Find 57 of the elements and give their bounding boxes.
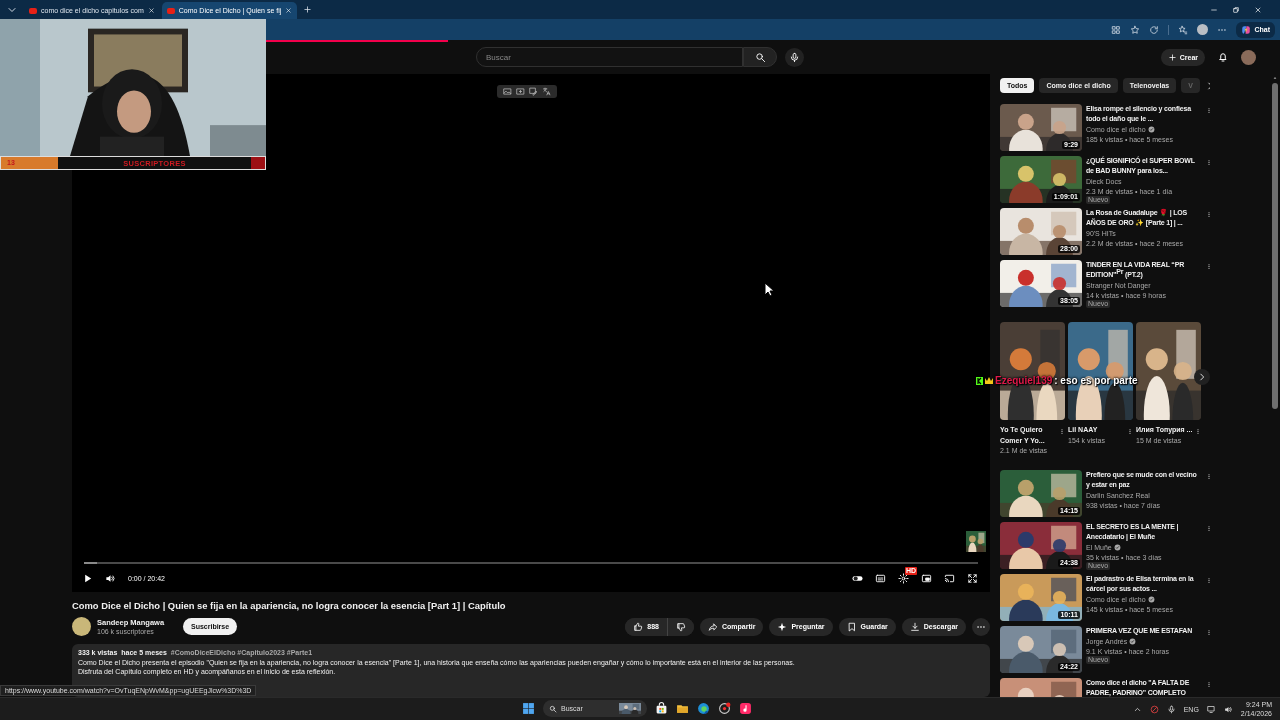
accent-block bbox=[251, 157, 265, 169]
image-icon[interactable] bbox=[503, 87, 512, 96]
close-icon[interactable] bbox=[1254, 5, 1262, 14]
close-icon[interactable] bbox=[285, 7, 293, 14]
avatar[interactable] bbox=[1241, 49, 1256, 65]
thumbs-up-icon bbox=[633, 621, 644, 632]
apps-icon[interactable] bbox=[1111, 24, 1122, 35]
thumbs-down-icon bbox=[676, 621, 686, 632]
network-icon[interactable] bbox=[1206, 704, 1216, 714]
download-icon bbox=[909, 621, 920, 632]
search-field[interactable]: Buscar bbox=[476, 47, 743, 67]
volume-icon[interactable] bbox=[105, 572, 116, 584]
fullscreen-icon[interactable] bbox=[967, 572, 978, 584]
next-icon[interactable] bbox=[1194, 369, 1210, 385]
music-app-icon[interactable] bbox=[739, 702, 752, 715]
share-icon bbox=[708, 621, 718, 632]
favorites-icon[interactable] bbox=[1178, 24, 1189, 35]
video-title: Como Dice el Dicho | Quien se fija en la apariencia, no logra conocer la esencia [Part 1] | Capítulo bbox=[72, 600, 507, 611]
miniplayer-icon[interactable] bbox=[921, 572, 932, 584]
logo bbox=[1241, 24, 1252, 35]
browser-icon[interactable] bbox=[697, 702, 710, 715]
screen-icon[interactable] bbox=[516, 87, 525, 96]
folder-icon[interactable] bbox=[676, 702, 689, 715]
close-icon[interactable] bbox=[147, 7, 155, 14]
crown-icon bbox=[985, 377, 993, 384]
search-button[interactable] bbox=[743, 47, 777, 67]
refresh-icon[interactable] bbox=[1149, 24, 1160, 35]
edit-icon[interactable] bbox=[529, 87, 538, 96]
cast-icon[interactable] bbox=[944, 572, 955, 584]
plus-icon bbox=[1167, 52, 1177, 62]
cursor-icon bbox=[764, 282, 774, 297]
sparkle-icon bbox=[777, 621, 788, 632]
restore-icon[interactable] bbox=[1232, 5, 1240, 14]
search-icon bbox=[549, 704, 557, 713]
shield-icon[interactable] bbox=[1149, 704, 1159, 714]
microphone-icon[interactable] bbox=[1166, 704, 1176, 714]
chat-username: Ezequiel139 bbox=[995, 375, 1053, 386]
search-icon bbox=[754, 51, 766, 63]
new-tab-icon[interactable] bbox=[303, 5, 313, 14]
profile-avatar[interactable] bbox=[1197, 24, 1209, 35]
bookmark-icon bbox=[846, 621, 857, 632]
play-icon[interactable] bbox=[82, 572, 93, 584]
store-icon[interactable] bbox=[655, 702, 668, 715]
app-icon[interactable] bbox=[718, 702, 731, 715]
microphone-icon bbox=[789, 51, 800, 63]
star-icon[interactable] bbox=[1130, 24, 1141, 35]
bell-icon[interactable] bbox=[1217, 51, 1229, 63]
start-icon[interactable] bbox=[522, 702, 535, 715]
channel-avatar[interactable] bbox=[72, 617, 91, 636]
subtitles-icon[interactable] bbox=[875, 572, 886, 584]
settings-icon[interactable] bbox=[898, 572, 909, 584]
k-icon bbox=[976, 376, 983, 385]
microphone-button[interactable] bbox=[785, 47, 804, 67]
translate-icon[interactable] bbox=[542, 87, 551, 96]
more-button[interactable] bbox=[972, 617, 990, 636]
scrollbar-thumb[interactable] bbox=[1272, 83, 1278, 409]
speaker-icon[interactable] bbox=[1223, 704, 1233, 714]
